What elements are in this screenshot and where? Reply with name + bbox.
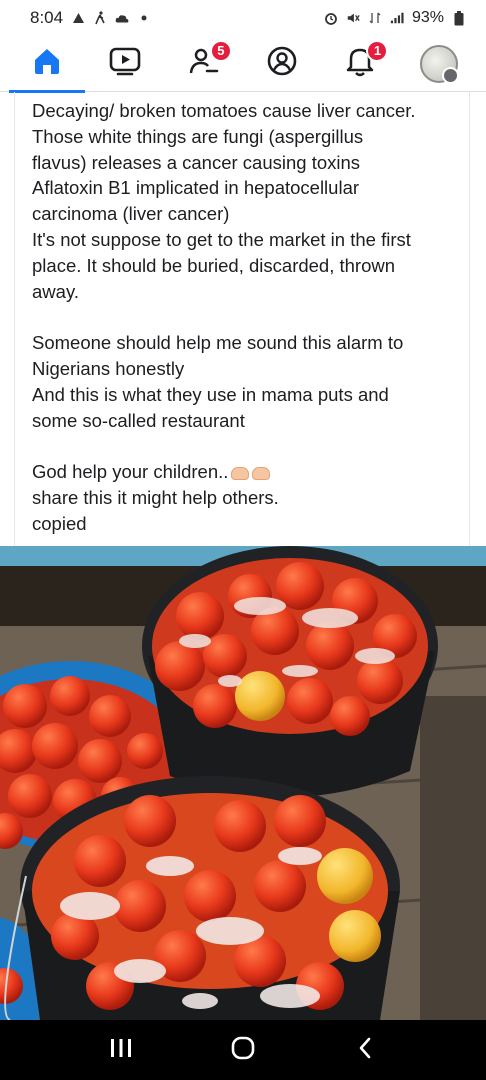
praying-hands-emoji-icon (252, 466, 271, 480)
post-photo[interactable] (0, 546, 486, 1020)
post-line: copied (32, 512, 87, 534)
alarm-icon (324, 11, 338, 25)
status-bar: 8:04 93% (0, 0, 486, 36)
nav-home[interactable] (9, 36, 86, 93)
data-icon (368, 11, 382, 25)
mute-icon (346, 11, 360, 25)
nav-watch[interactable] (95, 36, 155, 92)
notifications-badge: 1 (366, 39, 389, 62)
video-icon (109, 46, 141, 81)
dot-icon (137, 11, 151, 25)
post-line: some so-called restaurant (32, 409, 245, 431)
post-line: Those white things are fungi (aspergillu… (32, 125, 364, 147)
post-line: place. It should be buried, discarded, t… (32, 254, 396, 276)
battery-percent: 93% (411, 9, 444, 26)
recents-icon (109, 1037, 133, 1064)
avatar-icon (419, 44, 459, 84)
home-circle-icon (230, 1035, 256, 1066)
drive-icon (71, 11, 85, 25)
home-icon (32, 46, 62, 81)
post-line: carcinoma (liver cancer) (32, 203, 230, 225)
post-line: share this it might help others. (32, 486, 279, 508)
nav-notifications[interactable]: 1 (330, 36, 390, 92)
post-line-text: God help your children.. (32, 461, 229, 483)
status-left: 8:04 (30, 8, 151, 28)
profile-icon (266, 45, 298, 82)
status-time: 8:04 (30, 8, 64, 27)
signal-icon (390, 11, 404, 25)
post-line-with-emoji: God help your children.. (32, 459, 469, 485)
back-icon (356, 1036, 374, 1065)
top-nav-bar: 5 1 (0, 36, 486, 93)
post-line: It's not suppose to get to the market in… (32, 228, 411, 250)
battery-icon (452, 10, 466, 25)
nav-menu[interactable] (409, 36, 469, 92)
cloud-icon (115, 11, 129, 25)
nav-friends[interactable]: 5 (174, 36, 234, 92)
system-nav-bar (0, 1020, 486, 1080)
back-button[interactable] (345, 1030, 385, 1070)
post-text: Decaying/ broken tomatoes cause liver ca… (14, 92, 470, 546)
post-line: Decaying/ broken tomatoes cause liver ca… (32, 100, 416, 121)
nav-profile[interactable] (252, 36, 312, 92)
recents-button[interactable] (101, 1030, 141, 1070)
post-line: Nigerians honestly (32, 357, 185, 379)
post-line: And this is what they use in mama puts a… (32, 383, 389, 405)
home-button[interactable] (223, 1030, 263, 1070)
post-line: Someone should help me sound this alarm … (32, 332, 404, 354)
post-line: Aflatoxin B1 implicated in hepatocellula… (32, 177, 360, 199)
status-right: 93% (324, 9, 466, 27)
walking-icon (93, 11, 107, 25)
post-line: flavus) releases a cancer causing toxins (32, 151, 361, 173)
praying-hands-emoji-icon (231, 466, 250, 480)
post-line: away. (32, 280, 79, 302)
friends-badge: 5 (209, 39, 232, 62)
